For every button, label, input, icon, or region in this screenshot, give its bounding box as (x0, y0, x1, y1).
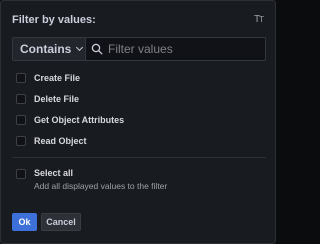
value-label: Delete File (34, 93, 80, 104)
checkbox[interactable] (16, 72, 26, 83)
value-label: Get Object Attributes (34, 114, 125, 125)
value-label: Create File (34, 72, 81, 83)
value-item-delete-file[interactable]: Delete File (16, 88, 256, 109)
operator-select[interactable]: Contains (12, 37, 86, 61)
checkbox[interactable] (16, 114, 26, 125)
value-item-get-object-attributes[interactable]: Get Object Attributes (16, 109, 256, 130)
select-all-checkbox[interactable] (16, 169, 26, 179)
text-case-icon[interactable]: TT (254, 14, 264, 26)
divider (12, 157, 266, 158)
search-field (86, 37, 266, 61)
operator-label: Contains (20, 42, 72, 56)
filter-values-input[interactable] (108, 42, 265, 56)
value-item-read-object[interactable]: Read Object (16, 130, 256, 151)
footer-actions: Ok Cancel (12, 213, 81, 231)
select-all-option[interactable]: Select all Add all displayed values to t… (16, 168, 256, 192)
checkbox[interactable] (16, 135, 26, 146)
search-icon (91, 43, 103, 55)
cancel-button[interactable]: Cancel (41, 213, 81, 231)
ok-button[interactable]: Ok (12, 213, 37, 231)
select-all-label: Select all (34, 168, 74, 178)
filter-title: Filter by values: (12, 14, 96, 26)
filter-controls: Contains (12, 37, 266, 61)
checkbox[interactable] (16, 93, 26, 104)
chevron-down-icon (76, 43, 84, 52)
select-all-description: Add all displayed values to the filter (34, 181, 168, 191)
value-item-create-file[interactable]: Create File (16, 67, 256, 88)
value-label: Read Object (34, 135, 87, 146)
filter-header: Filter by values: TT (12, 13, 265, 27)
filter-popup: Filter by values: TT Contains Create Fil… (0, 0, 276, 244)
values-list: Create File Delete File Get Object Attri… (16, 67, 256, 151)
